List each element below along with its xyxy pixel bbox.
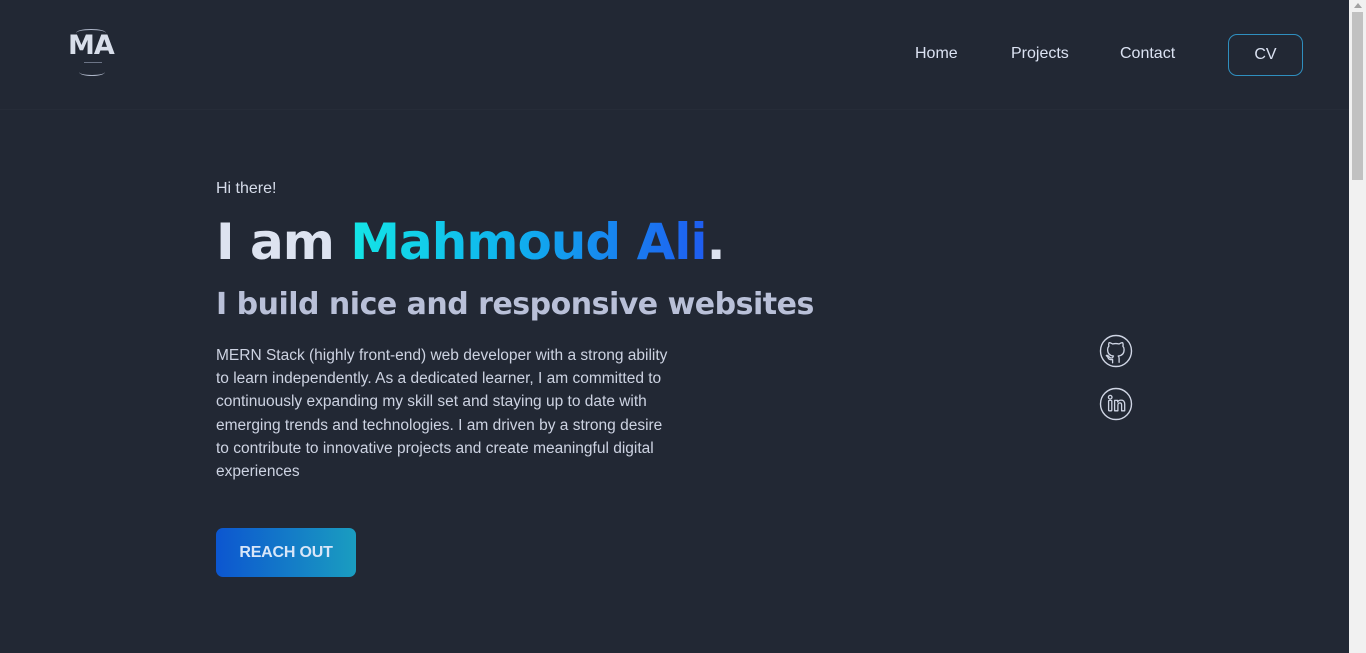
headline-prefix: I am [216,213,351,271]
hero-greeting: Hi there! [216,180,277,197]
headline-suffix: . [706,213,726,271]
hero-headline: I am Mahmoud Ali. [216,210,726,274]
logo-text: MA [68,30,115,61]
scroll-thumb[interactable] [1352,12,1363,180]
cv-button[interactable]: CV [1228,34,1303,76]
hero-bio: MERN Stack (highly front-end) web develo… [216,347,668,481]
navbar: MA Home Projects Contact CV [0,0,1349,110]
logo-subline [84,62,102,63]
logo-arc-bottom [79,68,105,76]
scrollbar[interactable] [1349,0,1366,653]
reach-out-button[interactable]: REACH OUT [216,528,356,577]
linkedin-icon[interactable] [1099,387,1133,421]
page: MA Home Projects Contact CV Hi there! I … [0,0,1366,653]
logo[interactable]: MA [66,28,120,78]
scroll-up-arrow-icon[interactable] [1354,3,1362,8]
nav-link-projects[interactable]: Projects [1011,45,1069,63]
nav-link-home[interactable]: Home [915,45,958,63]
github-icon[interactable] [1099,334,1133,368]
hero-name: Mahmoud Ali [350,213,707,271]
hero-tagline: I build nice and responsive websites [216,287,814,322]
nav-link-contact[interactable]: Contact [1120,45,1175,63]
